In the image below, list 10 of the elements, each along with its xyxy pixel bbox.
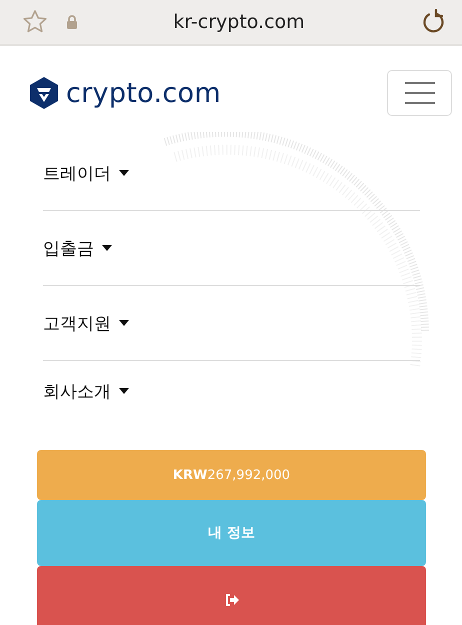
logo-text[interactable]: crypto.com: [66, 78, 221, 108]
lock-icon: [66, 15, 78, 29]
menu-button[interactable]: [387, 70, 452, 116]
logout-icon: [224, 594, 238, 606]
menu-dropdown[interactable]: 입출금: [43, 236, 112, 260]
menu-dropdown[interactable]: 고객지원: [43, 312, 129, 334]
menu-dropdown[interactable]: 회사소개: [43, 380, 129, 402]
logo-icon[interactable]: [28, 76, 60, 110]
star-icon[interactable]: [22, 9, 48, 35]
menu-dropdown[interactable]: 트레이더: [43, 162, 129, 184]
